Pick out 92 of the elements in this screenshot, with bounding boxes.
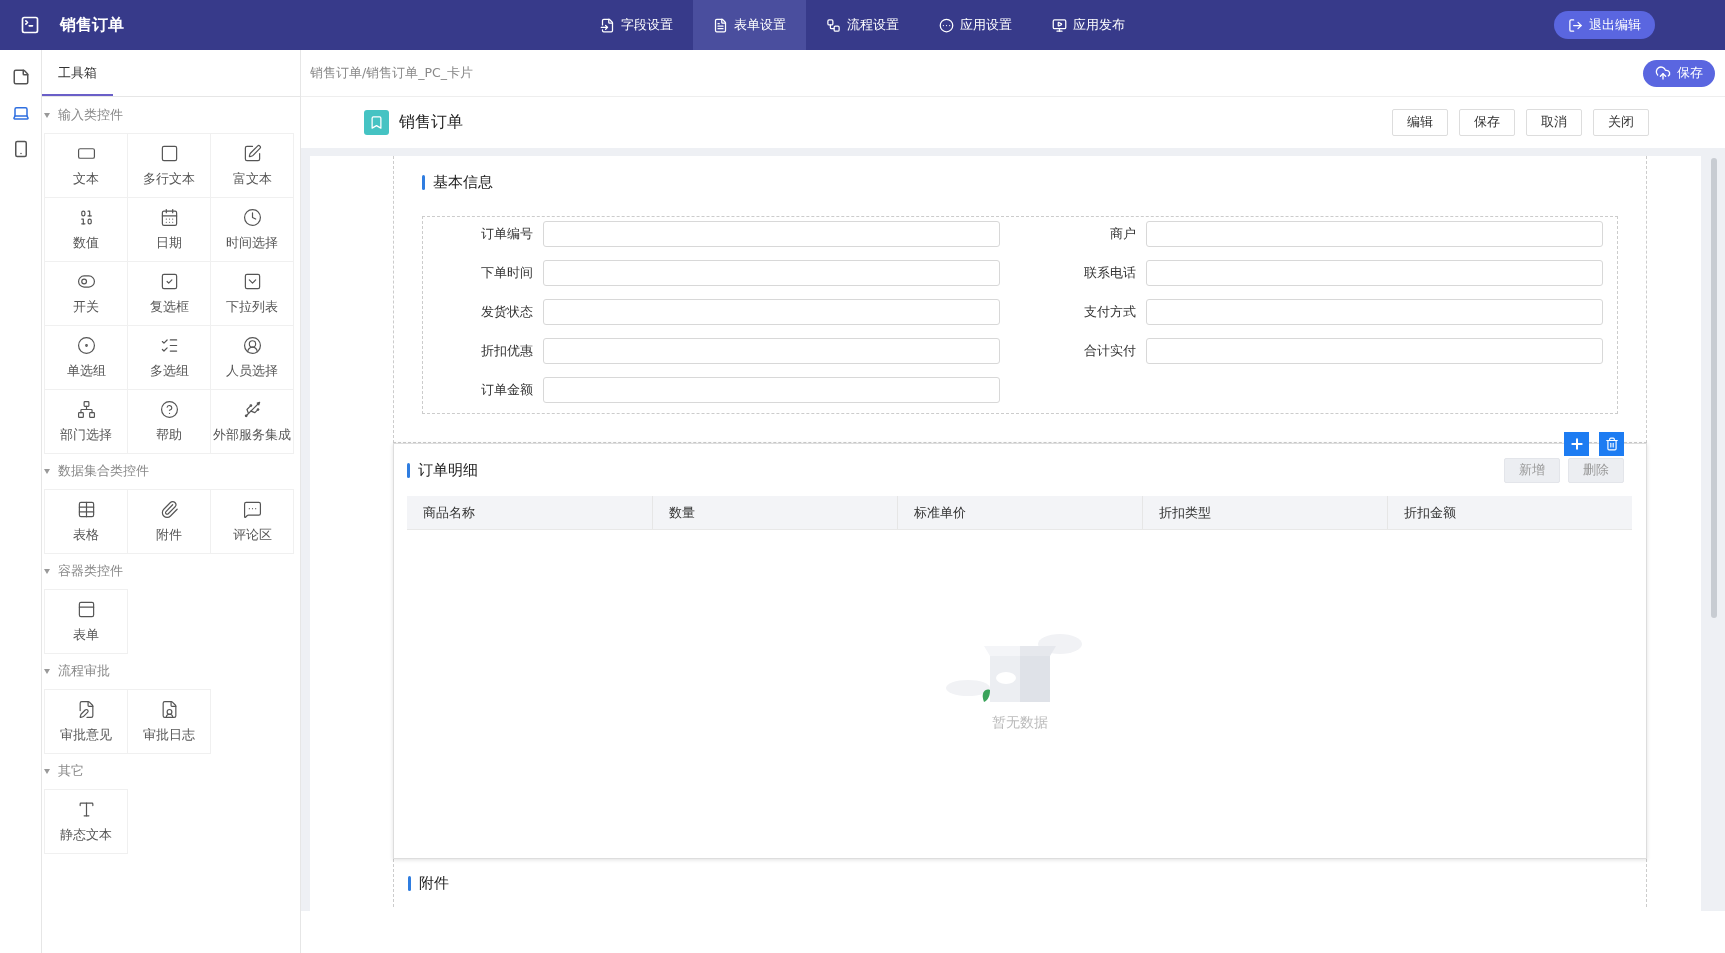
field-label: 订单编号 bbox=[480, 225, 533, 243]
toolbox-tab[interactable]: 工具箱 bbox=[42, 64, 113, 96]
note-icon[interactable] bbox=[11, 68, 30, 86]
toolbox-item[interactable]: 外部服务集成 bbox=[210, 389, 294, 454]
add-icon[interactable] bbox=[1564, 431, 1589, 456]
toolbox-item[interactable]: 表单 bbox=[44, 589, 128, 654]
column-header: 折扣类型 bbox=[1142, 496, 1387, 529]
field-label: 发货状态 bbox=[480, 303, 533, 321]
save-button[interactable]: 保存 bbox=[1643, 59, 1715, 87]
toolbox-item[interactable]: 富文本 bbox=[210, 133, 294, 198]
comment-icon bbox=[242, 499, 262, 519]
calendar-icon bbox=[159, 207, 179, 227]
toolbox-item[interactable]: 表格 bbox=[44, 489, 128, 554]
form-title: 销售订单 bbox=[399, 112, 463, 133]
radio-icon bbox=[76, 335, 96, 355]
org-chart-icon bbox=[76, 399, 96, 419]
trash-icon[interactable] bbox=[1599, 431, 1624, 456]
toolbox-item[interactable]: 附件 bbox=[127, 489, 211, 554]
column-header: 数量 bbox=[652, 496, 897, 529]
expand-icon[interactable] bbox=[44, 112, 50, 118]
clock-icon bbox=[242, 207, 262, 227]
group-title: 数据集合类控件 bbox=[58, 462, 149, 480]
expand-icon[interactable] bbox=[44, 468, 50, 474]
input-field[interactable] bbox=[1146, 221, 1603, 247]
field-label: 订单金额 bbox=[480, 381, 533, 399]
toolbox-item[interactable]: 文本 bbox=[44, 133, 128, 198]
section-title: 基本信息 bbox=[433, 172, 493, 192]
form-icon bbox=[76, 599, 96, 619]
breadcrumb: 销售订单/销售订单_PC_卡片 bbox=[310, 64, 473, 82]
toolbox-item[interactable]: 部门选择 bbox=[44, 389, 128, 454]
column-header: 商品名称 bbox=[422, 503, 476, 522]
input-field[interactable] bbox=[1146, 338, 1603, 364]
app-title: 销售订单 bbox=[60, 14, 124, 36]
group-title: 输入类控件 bbox=[58, 106, 123, 124]
multiline-icon bbox=[159, 143, 179, 163]
exit-icon bbox=[1568, 17, 1583, 33]
toolbox-item[interactable]: 评论区 bbox=[210, 489, 294, 554]
input-field[interactable] bbox=[1146, 260, 1603, 286]
input-field[interactable] bbox=[543, 260, 1000, 286]
group-title: 流程审批 bbox=[58, 662, 110, 680]
expand-icon[interactable] bbox=[44, 768, 50, 774]
field-label: 支付方式 bbox=[1083, 303, 1136, 321]
empty-text: 暂无数据 bbox=[991, 714, 1048, 732]
input-field[interactable] bbox=[543, 221, 1000, 247]
form-button[interactable]: 关闭 bbox=[1593, 109, 1649, 136]
nav-tab[interactable]: 流程设置 bbox=[806, 0, 919, 50]
column-header: 标准单价 bbox=[897, 496, 1142, 529]
group-title: 容器类控件 bbox=[58, 562, 123, 580]
usb-icon bbox=[242, 399, 262, 419]
exit-edit-button[interactable]: 退出编辑 bbox=[1554, 11, 1655, 39]
input-field[interactable] bbox=[543, 377, 1000, 403]
terminal-icon[interactable] bbox=[20, 15, 40, 35]
field-label: 下单时间 bbox=[480, 264, 533, 282]
laptop-icon[interactable] bbox=[11, 104, 30, 122]
workflow-icon bbox=[826, 17, 841, 33]
bookmark-icon bbox=[364, 110, 389, 135]
rich-text-icon bbox=[242, 143, 262, 163]
toolbox-item[interactable]: 审批日志 bbox=[127, 689, 211, 754]
form-button[interactable]: 编辑 bbox=[1392, 109, 1448, 136]
field-label: 合计实付 bbox=[1083, 342, 1136, 360]
field-form-icon bbox=[600, 17, 615, 33]
form-button[interactable]: 取消 bbox=[1526, 109, 1582, 136]
section-title: 订单明细 bbox=[418, 460, 478, 480]
help-icon bbox=[159, 399, 179, 419]
column-header: 折扣金额 bbox=[1387, 496, 1632, 529]
checkbox-icon bbox=[159, 271, 179, 291]
input-field[interactable] bbox=[543, 299, 1000, 325]
nav-tab[interactable]: 字段设置 bbox=[580, 0, 693, 50]
document-icon bbox=[713, 17, 728, 33]
input-field[interactable] bbox=[1146, 299, 1603, 325]
nav-tab[interactable]: 表单设置 bbox=[693, 0, 806, 50]
play-screen-icon bbox=[1052, 17, 1067, 33]
input-field[interactable] bbox=[543, 338, 1000, 364]
nav-tab[interactable]: 应用设置 bbox=[919, 0, 1032, 50]
table-icon bbox=[76, 499, 96, 519]
field-label: 联系电话 bbox=[1083, 264, 1136, 282]
field-label: 商户 bbox=[1109, 225, 1136, 243]
field-label: 折扣优惠 bbox=[480, 342, 533, 360]
paperclip-icon bbox=[159, 499, 179, 519]
toolbox-item[interactable]: 静态文本 bbox=[44, 789, 128, 854]
expand-icon[interactable] bbox=[44, 668, 50, 674]
scrollbar[interactable] bbox=[1711, 158, 1717, 618]
expand-icon[interactable] bbox=[44, 568, 50, 574]
dropdown-icon bbox=[242, 271, 262, 291]
group-title: 其它 bbox=[58, 762, 84, 780]
form-button[interactable]: 保存 bbox=[1459, 109, 1515, 136]
toolbox-item[interactable]: 审批意见 bbox=[44, 689, 128, 754]
cloud-upload-icon bbox=[1655, 65, 1671, 81]
section-title: 附件 bbox=[419, 873, 449, 893]
ellipsis-icon bbox=[939, 17, 954, 33]
nav-tab[interactable]: 应用发布 bbox=[1032, 0, 1145, 50]
user-icon bbox=[242, 335, 262, 355]
